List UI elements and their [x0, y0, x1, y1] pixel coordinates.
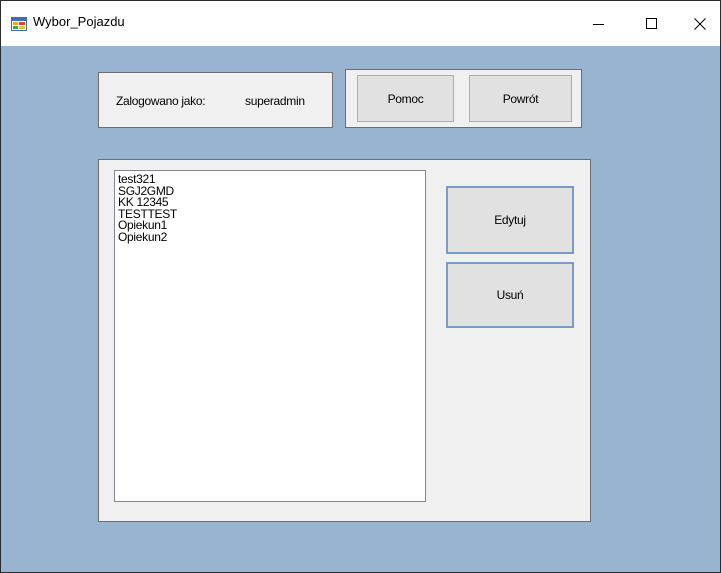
vehicle-selection-panel: test321 SGJ2GMD KK 12345 TESTTEST Opieku…: [98, 159, 591, 522]
back-button[interactable]: Powrót: [469, 75, 572, 122]
minimize-icon: [593, 23, 604, 25]
list-item[interactable]: Opiekun2: [118, 231, 425, 244]
app-window: Wybor_Pojazdu Zalogowano jako: superadmi…: [0, 0, 721, 573]
minimize-button[interactable]: [576, 1, 622, 46]
close-icon: [694, 17, 706, 30]
close-button[interactable]: [677, 1, 720, 46]
navigation-panel: Pomoc Powrót: [345, 69, 582, 128]
window-title: Wybor_Pojazdu: [33, 14, 125, 29]
maximize-icon: [646, 17, 657, 29]
login-panel: Zalogowano jako: superadmin: [98, 72, 333, 128]
edit-button[interactable]: Edytuj: [446, 186, 574, 254]
maximize-button[interactable]: [629, 1, 675, 46]
title-bar[interactable]: Wybor_Pojazdu: [1, 1, 720, 46]
delete-button[interactable]: Usuń: [446, 262, 574, 328]
windows-form-icon: [11, 16, 27, 32]
logged-in-label: Zalogowano jako:: [116, 94, 206, 108]
logged-in-username: superadmin: [245, 94, 305, 108]
help-button[interactable]: Pomoc: [357, 75, 454, 122]
vehicle-listbox[interactable]: test321 SGJ2GMD KK 12345 TESTTEST Opieku…: [114, 170, 426, 502]
